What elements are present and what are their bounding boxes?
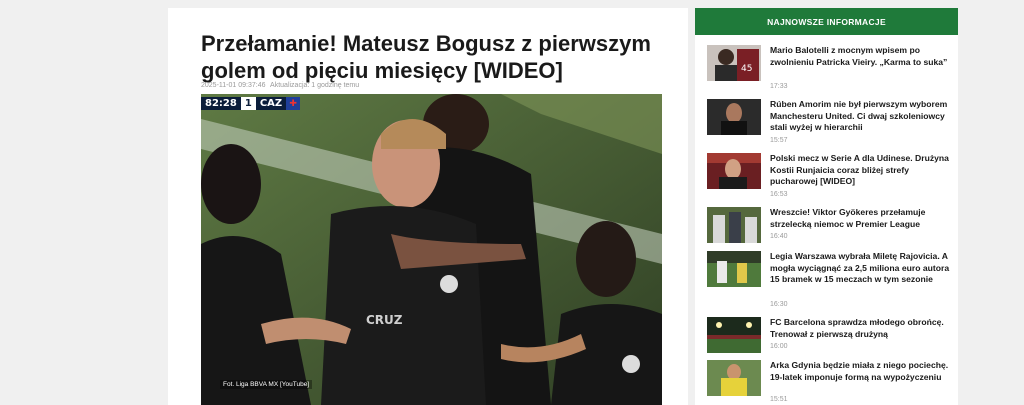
news-time: 16:00 bbox=[770, 343, 788, 350]
sidebar-header: NAJNOWSZE INFORMACJE bbox=[695, 8, 958, 35]
news-title[interactable]: Arka Gdynia będzie miała z niego pociech… bbox=[770, 360, 955, 383]
svg-text:45: 45 bbox=[741, 64, 752, 74]
news-title[interactable]: Legia Warszawa wybrała Miletę Rajovicia.… bbox=[770, 251, 955, 286]
news-time: 15:51 bbox=[770, 396, 788, 403]
news-title[interactable]: Polski mecz w Serie A dla Udinese. Druży… bbox=[770, 153, 955, 188]
news-thumbnail[interactable] bbox=[707, 207, 761, 243]
news-thumbnail[interactable] bbox=[707, 153, 761, 189]
match-scorebug: 82:28 1 CAZ ✚ bbox=[201, 97, 301, 110]
article-photo: CRUZ 82:28 1 CAZ ✚ Fot. Liga BBVA MX [Yo… bbox=[201, 94, 662, 405]
team-crest-icon: ✚ bbox=[286, 97, 301, 110]
article-update: Aktualizacja: 1 godzinę temu bbox=[270, 82, 360, 89]
news-title[interactable]: Mario Balotelli z mocnym wpisem po zwoln… bbox=[770, 45, 955, 68]
article-title: Przełamanie! Mateusz Bogusz z pierwszym … bbox=[201, 31, 651, 83]
news-thumbnail[interactable] bbox=[707, 360, 761, 396]
news-time: 16:30 bbox=[770, 301, 788, 308]
match-score: 1 bbox=[240, 97, 256, 110]
article-date: 2025-11-01 09:37:46 bbox=[201, 82, 266, 89]
news-time: 16:40 bbox=[770, 233, 788, 240]
latest-news-sidebar: NAJNOWSZE INFORMACJE 45 Mario Balotelli … bbox=[695, 8, 958, 405]
football-players-image: CRUZ bbox=[201, 94, 662, 405]
svg-text:CRUZ: CRUZ bbox=[366, 313, 403, 327]
news-thumbnail[interactable] bbox=[707, 99, 761, 135]
news-title[interactable]: Rúben Amorim nie był pierwszym wyborem M… bbox=[770, 99, 955, 134]
news-time: 15:57 bbox=[770, 137, 788, 144]
photo-caption: Fot. Liga BBVA MX [YouTube] bbox=[220, 380, 313, 389]
news-title[interactable]: Wreszcie! Viktor Gyökeres przełamuje str… bbox=[770, 207, 955, 230]
article-meta: 2025-11-01 09:37:46 Aktualizacja: 1 godz… bbox=[201, 82, 362, 89]
news-thumbnail[interactable] bbox=[707, 251, 761, 287]
match-time: 82:28 bbox=[201, 97, 241, 110]
news-time: 16:53 bbox=[770, 191, 788, 198]
news-thumbnail[interactable]: 45 bbox=[707, 45, 761, 81]
news-title[interactable]: FC Barcelona sprawdza młodego obrońcę. T… bbox=[770, 317, 955, 340]
article-card: Przełamanie! Mateusz Bogusz z pierwszym … bbox=[168, 8, 688, 405]
match-team: CAZ bbox=[255, 97, 287, 110]
news-time: 17:33 bbox=[770, 83, 788, 90]
news-thumbnail[interactable] bbox=[707, 317, 761, 353]
